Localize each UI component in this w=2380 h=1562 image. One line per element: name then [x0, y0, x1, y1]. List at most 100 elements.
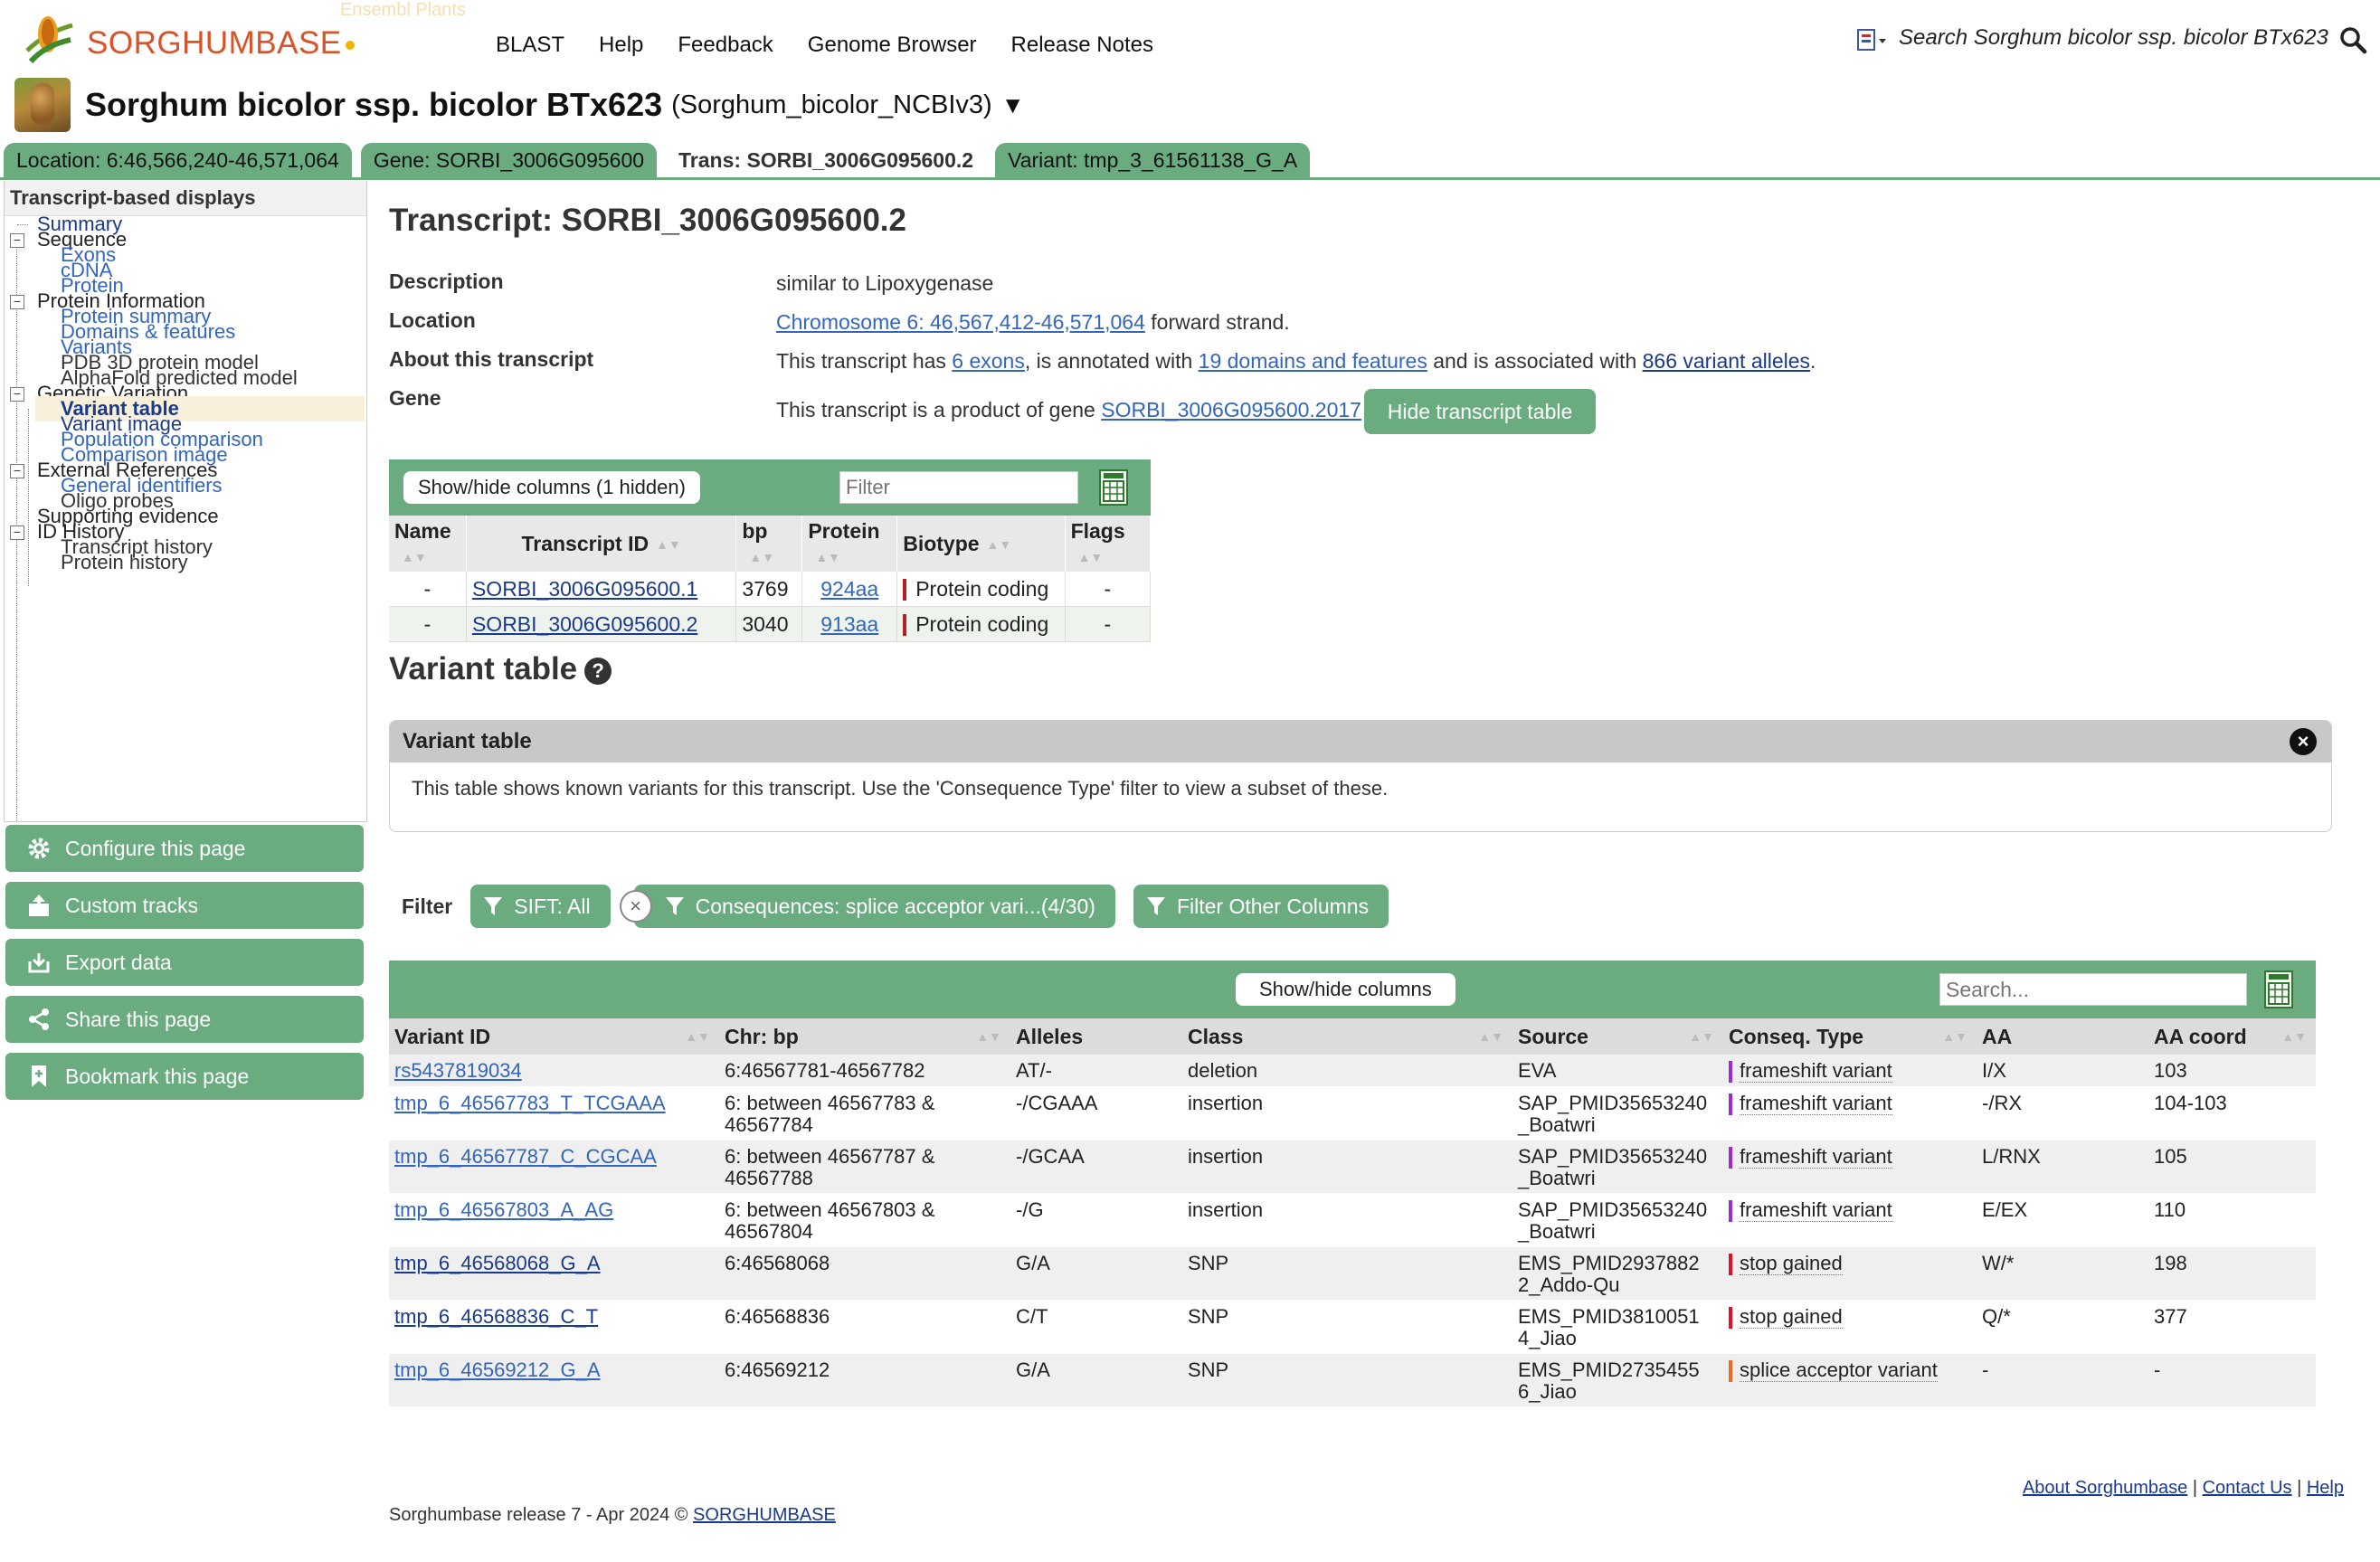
- protein-length-link[interactable]: 924aa: [820, 577, 878, 601]
- share-page-button[interactable]: Share this page: [5, 996, 364, 1043]
- collapse-toggle-icon[interactable]: −: [10, 525, 24, 540]
- col-variant-id-header[interactable]: Variant ID ▲▼: [389, 1018, 719, 1055]
- transcript-id-link[interactable]: SORBI_3006G095600.1: [472, 577, 697, 601]
- export-data-button[interactable]: Export data: [5, 939, 364, 986]
- sort-icon[interactable]: ▲▼: [1689, 1029, 1714, 1044]
- variant-id-link[interactable]: tmp_6_46567803_A_AG: [394, 1198, 613, 1221]
- col-aa-header[interactable]: AA: [1977, 1018, 2148, 1055]
- variant-id-link[interactable]: tmp_6_46568836_C_T: [394, 1305, 598, 1328]
- sort-icon[interactable]: ▲▼: [749, 550, 774, 564]
- collapse-toggle-icon[interactable]: −: [10, 233, 24, 248]
- collapse-toggle-icon[interactable]: −: [10, 464, 24, 478]
- protein-length-link[interactable]: 913aa: [820, 612, 878, 636]
- col-alleles-header[interactable]: Alleles: [1010, 1018, 1182, 1055]
- sorghum-logo-icon[interactable]: [18, 5, 81, 69]
- tab-transcript[interactable]: Trans: SORBI_3006G095600.2: [666, 143, 987, 177]
- consequences-filter-button[interactable]: × Consequences: splice acceptor vari...(…: [619, 885, 1115, 928]
- clear-filter-icon[interactable]: ×: [619, 890, 652, 923]
- col-flags-header[interactable]: Flags▲▼: [1065, 516, 1152, 572]
- variant-id-link[interactable]: tmp_6_46568068_G_A: [394, 1252, 601, 1274]
- nav-genome-browser[interactable]: Genome Browser: [808, 33, 977, 58]
- location-link[interactable]: Chromosome 6: 46,567,412-46,571,064: [776, 310, 1145, 334]
- filter-other-columns-button[interactable]: Filter Other Columns: [1133, 885, 1389, 928]
- transcript-showhide-columns-button[interactable]: Show/hide columns (1 hidden): [403, 471, 700, 504]
- search-input[interactable]: Search Sorghum bicolor ssp. bicolor BTx6…: [1899, 25, 2333, 51]
- sorghumbase-footer-link[interactable]: SORGHUMBASE: [693, 1505, 836, 1525]
- col-bp-header[interactable]: bp▲▼: [735, 516, 803, 572]
- col-protein-header[interactable]: Protein▲▼: [801, 516, 898, 572]
- assembly-dropdown-icon[interactable]: ▼: [1001, 91, 1025, 119]
- sort-icon[interactable]: ▲▼: [815, 550, 840, 564]
- transcript-filter-input[interactable]: [839, 471, 1078, 504]
- help-icon[interactable]: ?: [584, 657, 612, 685]
- custom-tracks-button[interactable]: Custom tracks: [5, 882, 364, 929]
- variant-id-link[interactable]: tmp_6_46567783_T_TCGAAA: [394, 1092, 666, 1114]
- col-name-header[interactable]: Name▲▼: [389, 516, 467, 572]
- col-conseq-type-header[interactable]: Conseq. Type ▲▼: [1723, 1018, 1977, 1055]
- variant-id-link[interactable]: rs5437819034: [394, 1059, 522, 1082]
- nav-help[interactable]: Help: [599, 33, 643, 58]
- sort-icon[interactable]: ▲▼: [2281, 1029, 2307, 1044]
- variant-showhide-columns-button[interactable]: Show/hide columns: [1236, 973, 1455, 1006]
- nav-feedback[interactable]: Feedback: [678, 33, 773, 58]
- exons-link[interactable]: 6 exons: [952, 349, 1025, 373]
- bookmark-page-label: Bookmark this page: [65, 1064, 250, 1088]
- spreadsheet-export-icon[interactable]: [1098, 469, 1129, 506]
- tab-gene[interactable]: Gene: SORBI_3006G095600: [360, 143, 658, 177]
- table-row: rs5437819034 6:46567781-46567782 AT/- delet…: [389, 1055, 2316, 1088]
- search-icon[interactable]: [2338, 25, 2367, 54]
- variant-search-input[interactable]: [1939, 973, 2247, 1006]
- configure-page-button[interactable]: Configure this page: [5, 825, 364, 872]
- domains-link[interactable]: 19 domains and features: [1199, 349, 1427, 373]
- variant-id-link[interactable]: tmp_6_46569212_G_A: [394, 1358, 601, 1381]
- hide-transcript-table-button[interactable]: Hide transcript table: [1364, 389, 1596, 434]
- tab-variant[interactable]: Variant: tmp_3_61561138_G_A: [995, 143, 1311, 177]
- col-biotype-header[interactable]: Biotype ▲▼: [896, 516, 1066, 572]
- sort-icon[interactable]: ▲▼: [1478, 1029, 1503, 1044]
- consequence-text[interactable]: stop gained: [1740, 1305, 1843, 1330]
- nav-blast[interactable]: BLAST: [496, 33, 564, 58]
- contact-link[interactable]: Contact Us: [2203, 1478, 2292, 1498]
- cell-biotype: Protein coding: [896, 572, 1066, 607]
- col-aa-coord-header[interactable]: AA coord ▲▼: [2148, 1018, 2316, 1055]
- variant-data-table: Variant ID ▲▼ Chr: bp ▲▼ Alleles Class ▲▼ Sourc…: [389, 1018, 2316, 1408]
- close-icon[interactable]: ×: [2290, 728, 2317, 755]
- tab-location[interactable]: Location: 6:46,566,240-46,571,064: [4, 143, 352, 177]
- col-class-header[interactable]: Class ▲▼: [1182, 1018, 1512, 1055]
- gene-link[interactable]: SORBI_3006G095600.2017: [1101, 398, 1361, 421]
- collapse-toggle-icon[interactable]: −: [10, 295, 24, 309]
- sort-icon[interactable]: ▲▼: [976, 1029, 1001, 1044]
- consequence-text[interactable]: frameshift variant: [1740, 1059, 1892, 1083]
- about-link[interactable]: About Sorghumbase: [2023, 1478, 2187, 1498]
- sort-icon[interactable]: ▲▼: [656, 537, 681, 552]
- col-chr-bp-header[interactable]: Chr: bp ▲▼: [719, 1018, 1010, 1055]
- nav-release-notes[interactable]: Release Notes: [1011, 33, 1153, 58]
- col-transcript-id-header[interactable]: Transcript ID ▲▼: [466, 516, 737, 572]
- help-link[interactable]: Help: [2307, 1478, 2344, 1498]
- sort-icon[interactable]: ▲▼: [1942, 1029, 1968, 1044]
- sort-icon[interactable]: ▲▼: [402, 550, 427, 564]
- variant-id-link[interactable]: tmp_6_46567787_C_CGCAA: [394, 1145, 657, 1168]
- search-source-dropdown-icon[interactable]: [1855, 27, 1888, 52]
- cell-conseq-type: frameshift variant: [1723, 1086, 1977, 1141]
- bookmark-page-button[interactable]: Bookmark this page: [5, 1053, 364, 1100]
- cell-variant-id: tmp_6_46567803_A_AG: [389, 1193, 719, 1248]
- cell-chr-bp: 6: between 46567783 & 46567784: [719, 1086, 1010, 1141]
- variant-alleles-link[interactable]: 866 variant alleles: [1643, 349, 1810, 373]
- consequence-text[interactable]: frameshift variant: [1740, 1198, 1892, 1223]
- col-source-header[interactable]: Source ▲▼: [1512, 1018, 1723, 1055]
- consequence-text[interactable]: stop gained: [1740, 1252, 1843, 1276]
- consequence-text[interactable]: splice acceptor variant: [1740, 1358, 1938, 1383]
- consequence-text[interactable]: frameshift variant: [1740, 1145, 1892, 1169]
- consequence-text[interactable]: frameshift variant: [1740, 1092, 1892, 1116]
- collapse-toggle-icon[interactable]: −: [10, 387, 24, 402]
- spreadsheet-export-icon[interactable]: [2263, 970, 2294, 1009]
- sort-icon[interactable]: ▲▼: [1078, 550, 1104, 564]
- transcript-id-link[interactable]: SORBI_3006G095600.2: [472, 612, 697, 636]
- sort-icon[interactable]: ▲▼: [685, 1029, 710, 1044]
- sift-filter-button[interactable]: SIFT: All: [470, 885, 611, 928]
- source-line2: 2_Addo-Qu: [1518, 1273, 1620, 1297]
- sort-icon[interactable]: ▲▼: [987, 537, 1012, 552]
- assembly-name[interactable]: (Sorghum_bicolor_NCBIv3): [671, 90, 992, 120]
- logo-text[interactable]: SORGHUMBASE: [87, 25, 355, 62]
